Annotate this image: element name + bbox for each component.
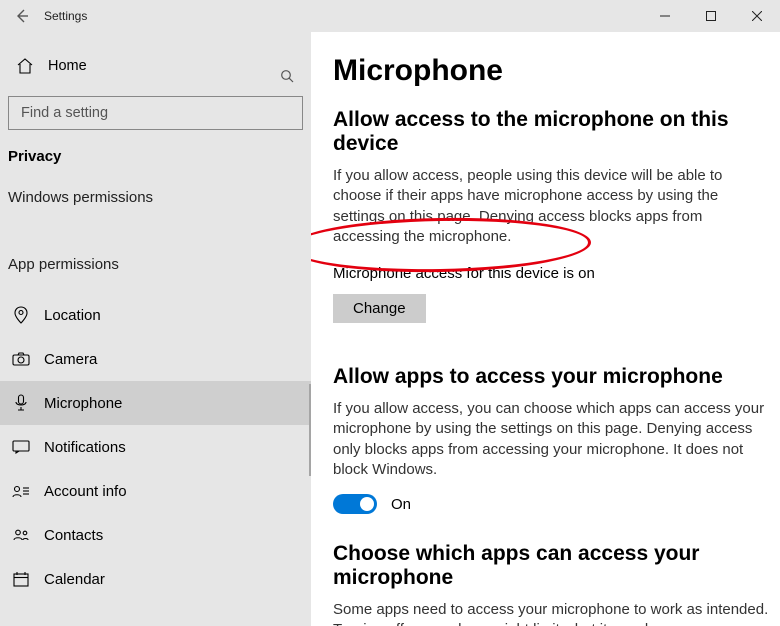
close-icon (752, 11, 762, 21)
section-device-access-text: If you allow access, people using this d… (333, 166, 770, 247)
nav-home[interactable]: Home (0, 46, 311, 86)
page-title: Microphone (333, 54, 770, 88)
search-input[interactable] (8, 96, 303, 130)
back-button[interactable] (0, 0, 44, 32)
sidebar-item-notifications[interactable]: Notifications (0, 425, 311, 469)
nav-home-label: Home (48, 58, 87, 74)
sidebar-item-label: Microphone (44, 395, 122, 412)
sidebar-item-contacts[interactable]: Contacts (0, 513, 311, 557)
nav-group-privacy: Privacy (0, 148, 311, 165)
window-controls (642, 0, 780, 32)
sidebar-item-microphone[interactable]: Microphone (0, 381, 311, 425)
sidebar-item-label: Calendar (44, 571, 105, 588)
nav-section-app-permissions: App permissions (0, 256, 311, 273)
search-icon (280, 69, 295, 84)
microphone-icon (12, 394, 30, 412)
section-device-access-title: Allow access to the microphone on this d… (333, 108, 770, 156)
sidebar-item-label: Account info (44, 483, 127, 500)
maximize-button[interactable] (688, 0, 734, 32)
section-choose-apps-title: Choose which apps can access your microp… (333, 542, 770, 590)
minimize-button[interactable] (642, 0, 688, 32)
title-bar: Settings (0, 0, 780, 32)
section-apps-access-text: If you allow access, you can choose whic… (333, 399, 770, 480)
camera-icon (12, 352, 30, 366)
maximize-icon (706, 11, 716, 21)
content-pane: Microphone Allow access to the microphon… (311, 32, 780, 626)
calendar-icon (12, 571, 30, 587)
location-icon (12, 306, 30, 324)
app-permissions-list: Location Camera Microphone Notifications (0, 293, 311, 601)
notifications-icon (12, 440, 30, 454)
apps-access-toggle-label: On (391, 496, 411, 513)
account-info-icon (12, 484, 30, 498)
sidebar-item-location[interactable]: Location (0, 293, 311, 337)
section-choose-apps-text: Some apps need to access your microphone… (333, 600, 770, 626)
sidebar-item-label: Notifications (44, 439, 126, 456)
back-arrow-icon (14, 8, 30, 24)
sidebar-item-account-info[interactable]: Account info (0, 469, 311, 513)
apps-access-toggle[interactable] (333, 494, 377, 514)
sidebar-item-label: Camera (44, 351, 97, 368)
home-icon (16, 57, 34, 75)
app-title: Settings (44, 9, 87, 23)
sidebar-item-camera[interactable]: Camera (0, 337, 311, 381)
change-button[interactable]: Change (333, 294, 426, 323)
minimize-icon (660, 11, 670, 21)
contacts-icon (12, 528, 30, 542)
device-access-status: Microphone access for this device is on (333, 265, 770, 282)
sidebar: Home Privacy Windows permissions App per… (0, 32, 311, 626)
sidebar-item-label: Contacts (44, 527, 103, 544)
close-button[interactable] (734, 0, 780, 32)
sidebar-item-calendar[interactable]: Calendar (0, 557, 311, 601)
nav-section-windows-permissions[interactable]: Windows permissions (0, 189, 311, 206)
sidebar-item-label: Location (44, 307, 101, 324)
section-apps-access-title: Allow apps to access your microphone (333, 365, 770, 389)
